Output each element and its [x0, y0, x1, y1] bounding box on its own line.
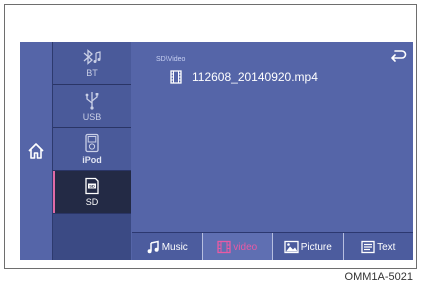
figure-caption: OMM1A-5021	[344, 271, 413, 283]
film-strip-icon	[217, 240, 231, 254]
ipod-icon	[85, 133, 99, 153]
media-type-tabs: Music video Picture Text	[132, 232, 413, 260]
picture-icon	[284, 240, 299, 254]
source-bt-button[interactable]: BT	[53, 42, 131, 85]
back-arrow-icon	[391, 50, 407, 62]
tab-picture-label: Picture	[300, 241, 332, 253]
source-sd-button[interactable]: SD SD	[53, 171, 131, 214]
back-button[interactable]	[389, 48, 407, 64]
file-name: 112608_20140920.mp4	[192, 70, 318, 84]
active-source-indicator	[53, 171, 55, 213]
source-usb-label: USB	[82, 112, 102, 122]
tab-text[interactable]: Text	[344, 233, 414, 260]
source-bt-label: BT	[86, 68, 98, 78]
source-usb-button[interactable]: USB	[53, 85, 131, 128]
tab-picture[interactable]: Picture	[273, 233, 344, 260]
source-ipod-button[interactable]: iPod	[53, 128, 131, 171]
tab-video-label: video	[233, 241, 258, 253]
file-list-item[interactable]: 112608_20140920.mp4	[170, 70, 318, 84]
source-column: BT USB iPod SD SD	[53, 42, 131, 260]
media-screen: BT USB iPod SD SD SD\Video 112608_201409…	[20, 42, 413, 260]
tab-music-label: Music	[161, 241, 188, 253]
bluetooth-music-icon	[83, 49, 101, 65]
source-ipod-label: iPod	[82, 155, 102, 165]
sd-card-icon: SD	[85, 177, 99, 195]
tab-music[interactable]: Music	[132, 233, 203, 260]
video-file-icon	[170, 70, 182, 84]
tab-text-label: Text	[377, 241, 396, 253]
music-note-icon	[146, 240, 160, 254]
source-sd-label: SD	[85, 197, 99, 207]
home-icon	[28, 143, 44, 159]
usb-icon	[85, 92, 99, 110]
home-button[interactable]	[20, 42, 53, 260]
tab-video[interactable]: video	[202, 233, 273, 260]
svg-text:SD: SD	[89, 184, 95, 189]
text-doc-icon	[361, 240, 375, 254]
file-browser: SD\Video 112608_20140920.mp4	[132, 42, 413, 232]
folder-path: SD\Video	[156, 56, 186, 63]
